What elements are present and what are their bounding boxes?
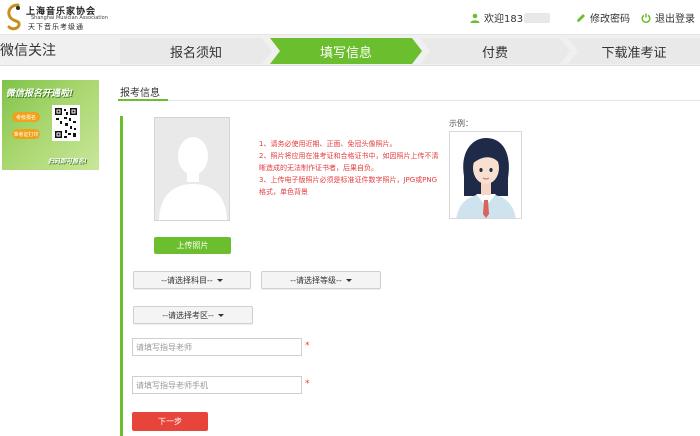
- teacher-phone-input[interactable]: [132, 376, 302, 394]
- level-select[interactable]: --请选择等级--: [261, 271, 381, 289]
- banner-signup-pill: 考级报名: [12, 112, 40, 122]
- change-password-link[interactable]: 修改密码: [576, 10, 630, 25]
- exam-area-select[interactable]: --请选择考区--: [133, 306, 253, 324]
- avatar-silhouette-icon: [159, 137, 227, 220]
- example-photo: [449, 131, 522, 219]
- banner-title: 微信报名开通啦!: [6, 89, 74, 99]
- step-notice-label: 报名须知: [169, 45, 222, 61]
- form-accent-bar: [120, 116, 123, 436]
- level-select-label: --请选择等级--: [290, 275, 342, 285]
- user-icon: [470, 13, 480, 23]
- step-fill-info-label: 填写信息: [319, 45, 372, 61]
- step-download-ticket: 下载准考证: [568, 38, 700, 64]
- change-password-label: 修改密码: [590, 14, 630, 25]
- subject-select[interactable]: --请选择科目--: [133, 271, 251, 289]
- example-label: 示例：: [449, 119, 473, 128]
- chevron-down-icon: [217, 313, 224, 317]
- requirement-2: 2、照片将应用在准考证和合格证书中，如因照片上传不清晰造成的无法制作证书者，后果…: [259, 152, 439, 172]
- wechat-follow-title: 微信关注: [0, 43, 56, 59]
- step-notice: 报名须知: [120, 38, 272, 64]
- logo-mark-icon: [7, 3, 21, 31]
- banner-footer: 扫码即可报名!: [48, 158, 87, 165]
- logout-label: 退出登录: [655, 14, 695, 25]
- upload-photo-button[interactable]: 上传照片: [154, 237, 231, 254]
- banner-print-pill: 准考证打印: [12, 129, 40, 139]
- welcome-user[interactable]: 欢迎183: [470, 10, 551, 25]
- section-title: 报考信息: [120, 88, 160, 99]
- step-download-ticket-label: 下载准考证: [601, 45, 667, 61]
- requirement-1: 1、请务必使用近期、正面、免冠头像照片。: [259, 140, 397, 148]
- step-fill-info: 填写信息: [270, 38, 422, 64]
- photo-placeholder[interactable]: [154, 117, 230, 221]
- step-payment-label: 付费: [481, 45, 508, 61]
- progress-steps: 报名须知 填写信息 付费 下载准考证: [120, 38, 700, 64]
- step-payment: 付费: [420, 38, 570, 64]
- masked-phone: [524, 12, 551, 23]
- next-step-button[interactable]: 下一步: [132, 412, 208, 431]
- chevron-down-icon: [345, 278, 352, 282]
- section-title-underline: [118, 99, 168, 101]
- subject-select-label: --请选择科目--: [161, 275, 213, 285]
- welcome-text: 欢迎183: [484, 14, 524, 25]
- example-portrait-icon: [450, 132, 521, 218]
- section-divider: [118, 100, 700, 101]
- photo-requirements: 1、请务必使用近期、正面、免冠头像照片。 2、照片将应用在准考证和合格证书中，如…: [259, 138, 441, 198]
- chevron-down-icon: [216, 278, 223, 282]
- exam-area-select-label: --请选择考区--: [162, 310, 214, 320]
- pencil-icon: [577, 13, 585, 22]
- qr-code-icon: [52, 105, 80, 141]
- wechat-signup-banner[interactable]: 微信报名开通啦! 考级报名 准考证打印 扫码即可报名!: [2, 80, 99, 170]
- logo-subtitle: Shanghai Musician Association: [31, 15, 108, 21]
- nav-band: 微信关注 报名须知 填写信息 付费 下载准考证: [0, 34, 700, 66]
- logout-link[interactable]: 退出登录: [641, 10, 695, 25]
- power-icon: [641, 13, 651, 23]
- logo-slogan: 天下音乐考级通: [28, 23, 84, 31]
- required-mark: *: [305, 379, 310, 389]
- site-logo[interactable]: 上海音乐家协会 Shanghai Musician Association 天下…: [4, 3, 124, 31]
- required-mark: *: [305, 341, 310, 351]
- top-header: 上海音乐家协会 Shanghai Musician Association 天下…: [0, 0, 700, 34]
- requirement-3: 3、上传电子版照片必须是标准证件数字照片，JPG或PNG格式，单色背景: [259, 176, 438, 196]
- teacher-name-input[interactable]: [132, 338, 302, 356]
